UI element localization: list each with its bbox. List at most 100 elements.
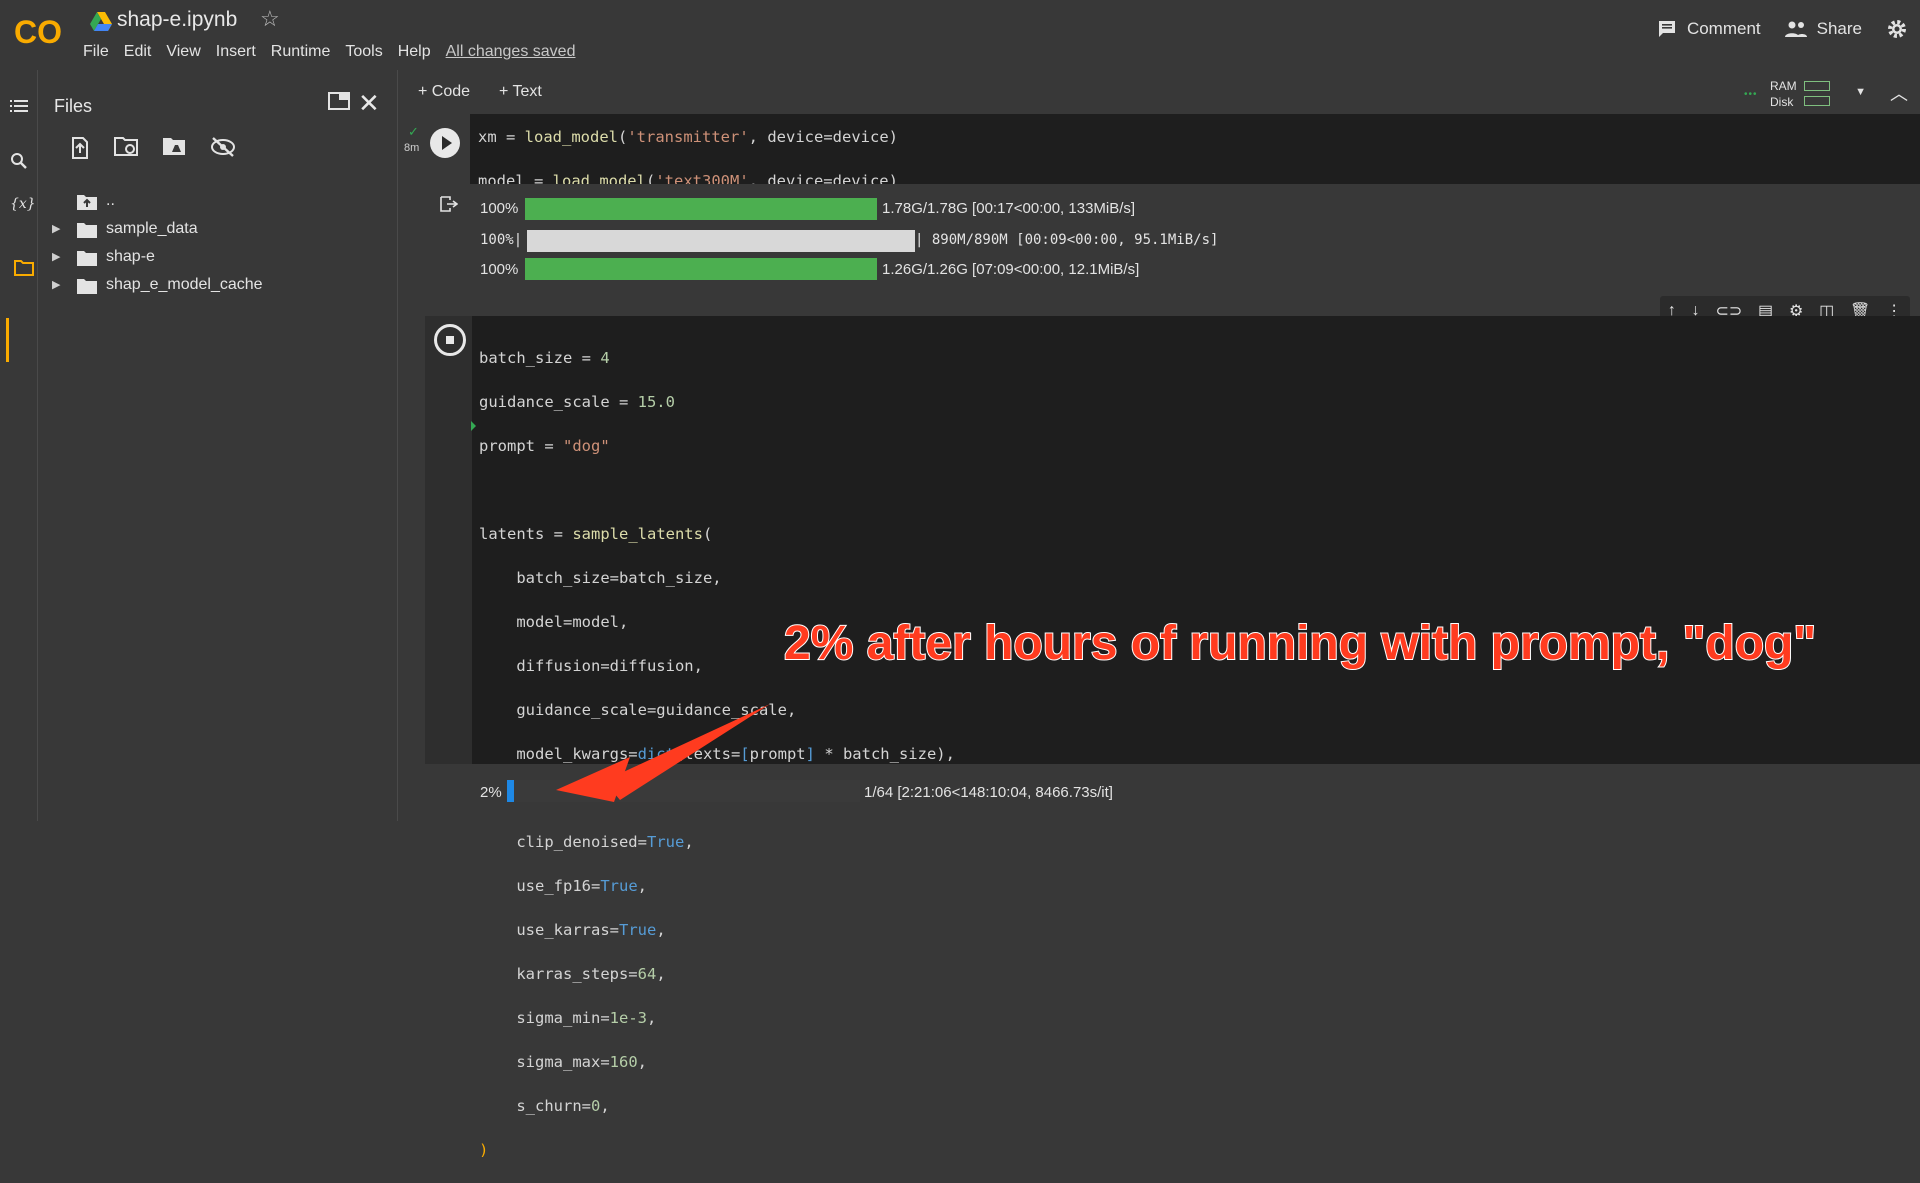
progress-text: | 890M/890M [00:09<00:00, 95.1MiB/s] [915,232,1219,248]
people-icon [1784,21,1807,37]
svg-text:CO: CO [14,14,62,50]
files-panel: Files ✕ .. ▶ sample_data ▶ shap-e ▶ shap… [38,70,398,821]
annotation-text: 2% after hours of running with prompt, "… [783,616,1817,671]
disk-bar [1804,96,1830,106]
comment-button[interactable]: Comment [1657,19,1761,39]
checkmark-icon: ✓ [408,124,419,139]
code-line: batch_size = 4 [479,349,610,367]
close-icon[interactable]: ✕ [358,88,380,119]
star-icon[interactable]: ☆ [260,6,280,32]
stop-cell-button[interactable] [434,324,466,356]
tree-item-parent[interactable]: .. [38,188,398,216]
progress-bar [527,230,915,252]
code-block[interactable]: xm = load_model('transmitter', device=de… [478,104,1029,184]
menu-runtime[interactable]: Runtime [271,43,331,61]
notebook-title[interactable]: shap-e.ipynb [117,8,237,32]
progress-text: 1/64 [2:21:06<148:10:04, 8466.73s/it] [864,784,1113,801]
progress-bar [525,258,877,280]
progress-text: 1.26G/1.26G [07:09<00:00, 12.1MiB/s] [882,261,1140,278]
colab-logo[interactable]: CO [14,14,66,50]
menu-view[interactable]: View [166,43,200,61]
top-right-actions: Comment Share [1657,18,1920,40]
cursor-marker-icon [471,421,477,431]
tree-item-label: .. [106,192,115,209]
progress-percent: 100%| [480,232,523,248]
ram-label: RAM [1770,79,1797,93]
hide-eye-icon[interactable] [210,136,236,158]
folder-up-icon [77,195,97,210]
file-tree: .. ▶ sample_data ▶ shap-e ▶ shap_e_model… [38,188,398,300]
chevron-up-icon[interactable]: ︿ [1890,80,1908,106]
menu-help[interactable]: Help [398,43,431,61]
code-line: xm = load_model('transmitter', device=de… [478,128,898,146]
tree-item-label: sample_data [106,220,198,237]
menu-edit[interactable]: Edit [124,43,152,61]
top-bar: CO shap-e.ipynb ☆ File Edit View Insert … [0,0,1920,70]
code-line: prompt = "dog" [479,437,610,455]
side-rail: {x} [0,70,38,821]
code-line: guidance_scale = 15.0 [479,393,675,411]
code-line: karras_steps=64, [479,965,666,983]
code-block[interactable]: batch_size = 4 guidance_scale = 15.0 pro… [479,325,955,1183]
save-status[interactable]: All changes saved [446,43,576,61]
active-indicator [6,318,9,362]
folder-icon [77,223,97,238]
code-line: use_karras=True, [479,921,666,939]
add-text-button[interactable]: + Text [499,83,542,101]
code-line: ) [479,1141,489,1159]
mount-drive-icon[interactable] [162,136,188,158]
search-icon[interactable] [10,152,30,172]
code-line: clip_denoised=True, [479,833,694,851]
code-line: latents = sample_latents( [479,525,713,543]
progress-percent: 100% [480,261,519,278]
gear-icon[interactable] [1886,18,1908,40]
code-line: sigma_min=1e-3, [479,1009,657,1027]
code-line: guidance_scale=guidance_scale, [479,701,797,719]
ram-bar [1804,81,1830,91]
progress-bar [507,780,860,802]
code-line: batch_size=batch_size, [479,569,722,587]
execution-time: 8m [404,142,420,154]
menu-insert[interactable]: Insert [216,43,256,61]
comment-icon [1658,21,1675,37]
comment-label: Comment [1686,19,1761,38]
progress-fill [507,780,515,802]
folder-icon [77,251,97,266]
menu-tools[interactable]: Tools [345,43,382,61]
resource-monitor[interactable]: ••• RAM Disk [1744,76,1834,110]
tree-item-shap-e-model-cache[interactable]: ▶ shap_e_model_cache [38,272,398,300]
code-line: model = load_model('text300M', device=de… [478,172,898,184]
upload-icon[interactable] [68,136,92,160]
progress-bar [525,198,877,220]
files-folder-icon[interactable] [14,210,32,226]
share-label: Share [1816,19,1862,38]
tree-item-shap-e[interactable]: ▶ shap-e [38,244,398,272]
progress-percent: 100% [480,200,519,217]
code-line: s_churn=0, [479,1097,610,1115]
chevron-down-icon[interactable]: ▼ [1855,86,1866,98]
caret-right-icon[interactable]: ▶ [52,250,60,263]
output-toggle-icon[interactable] [440,196,458,212]
run-cell-button[interactable] [430,128,460,158]
menu-bar: File Edit View Insert Runtime Tools Help… [83,43,590,61]
tree-item-label: shap-e [106,248,155,265]
tree-item-label: shap_e_model_cache [106,276,263,293]
add-code-button[interactable]: + Code [418,83,470,101]
refresh-folder-icon[interactable] [114,136,140,158]
caret-right-icon[interactable]: ▶ [52,222,60,235]
caret-right-icon[interactable]: ▶ [52,278,60,291]
code-line: sigma_max=160, [479,1053,647,1071]
share-button[interactable]: Share [1784,19,1862,39]
disk-label: Disk [1770,95,1794,109]
files-icon[interactable] [14,260,34,276]
progress-text: 1.78G/1.78G [00:17<00:00, 133MiB/s] [882,200,1136,217]
code-line: use_fp16=True, [479,877,647,895]
open-in-window-icon[interactable] [328,92,350,110]
folder-icon [77,279,97,294]
menu-file[interactable]: File [83,43,109,61]
connected-icon: ••• [1744,89,1758,100]
tree-item-sample-data[interactable]: ▶ sample_data [38,216,398,244]
google-drive-icon[interactable] [90,12,112,32]
table-of-contents-icon[interactable] [10,98,30,118]
